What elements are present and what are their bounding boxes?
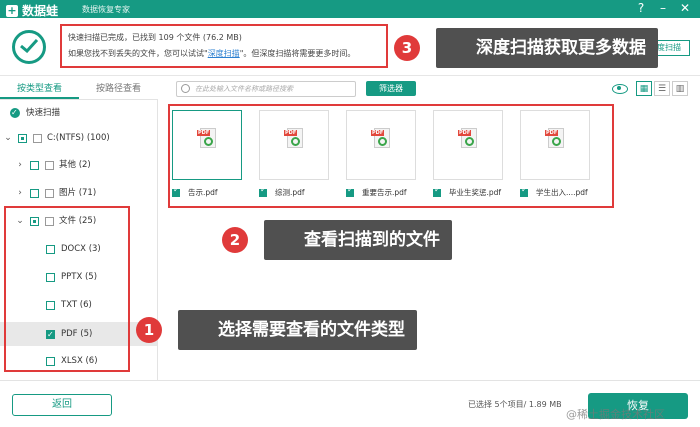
file-label[interactable]: 重要告示.pdf bbox=[346, 185, 407, 198]
view-mode-controls: ▦ ☰ ▥ bbox=[612, 81, 688, 96]
annotation-box-types bbox=[4, 206, 130, 372]
deep-scan-link[interactable]: 深度扫描 bbox=[208, 49, 240, 58]
app-subtitle: 数据恢复专家 bbox=[82, 5, 130, 14]
app-name: 数据蛙 bbox=[22, 4, 59, 18]
tab-by-path[interactable]: 按路径查看 bbox=[79, 78, 158, 99]
drive-icon bbox=[33, 133, 42, 143]
plus-icon: + bbox=[6, 3, 18, 17]
step-badge-3: 3 bbox=[394, 35, 420, 61]
title-bar: + 数据蛙 数据恢复专家 ? – ✕ bbox=[0, 0, 700, 18]
pdf-icon: PDF bbox=[545, 128, 564, 148]
pdf-icon: PDF bbox=[371, 128, 390, 148]
image-icon bbox=[45, 188, 54, 198]
checkbox[interactable] bbox=[520, 185, 528, 197]
pdf-icon: PDF bbox=[458, 128, 477, 148]
callout-select-type: 选择需要查看的文件类型 bbox=[178, 310, 417, 350]
scan-result-box: 快速扫描已完成，已找到 109 个文件 (76.2 MB) 如果您找不到丢失的文… bbox=[60, 24, 388, 68]
file-card[interactable]: PDF bbox=[346, 110, 416, 180]
chevron-down-icon[interactable]: ⌄ bbox=[4, 129, 12, 147]
pdf-icon: PDF bbox=[197, 128, 216, 148]
checkbox[interactable] bbox=[18, 133, 27, 143]
tree-pictures[interactable]: › 图片 (71) bbox=[16, 184, 96, 202]
scan-complete-icon bbox=[12, 30, 46, 64]
list-view-icon[interactable]: ☰ bbox=[654, 81, 670, 96]
chevron-right-icon[interactable]: › bbox=[16, 184, 24, 202]
footer-bar: 返回 已选择 5个项目/ 1.89 MB 恢复 @稀土掘金技术社区 bbox=[0, 380, 700, 427]
checkbox[interactable] bbox=[30, 160, 39, 170]
minimize-icon[interactable]: – bbox=[656, 1, 670, 16]
view-tabs: 按类型查看 按路径查看 bbox=[0, 78, 158, 100]
file-label[interactable]: 学生出入....pdf bbox=[520, 185, 588, 198]
tree-quick-scan[interactable]: 快速扫描 bbox=[10, 104, 60, 122]
search-input[interactable]: 在此处输入文件名称或路径搜索 bbox=[176, 81, 356, 97]
file-toolbar: 在此处输入文件名称或路径搜索 筛选器 ▦ ☰ ▥ bbox=[162, 78, 700, 100]
grid-view-icon[interactable]: ▦ bbox=[636, 81, 652, 96]
file-card[interactable]: PDF bbox=[433, 110, 503, 180]
scan-hint: 如果您找不到丢失的文件，您可以试试"深度扫描"。但深度扫描将需要更多时间。 bbox=[68, 49, 356, 58]
folder-icon bbox=[45, 160, 54, 170]
filter-button[interactable]: 筛选器 bbox=[366, 81, 416, 96]
chevron-right-icon[interactable]: › bbox=[16, 156, 24, 174]
scan-result-text: 快速扫描已完成，已找到 109 个文件 (76.2 MB) bbox=[68, 33, 242, 42]
step-badge-2: 2 bbox=[222, 227, 248, 253]
checkbox[interactable] bbox=[433, 185, 441, 197]
check-icon bbox=[10, 104, 20, 122]
step-badge-1: 1 bbox=[136, 317, 162, 343]
checkbox[interactable] bbox=[30, 188, 39, 198]
tree-other[interactable]: › 其他 (2) bbox=[16, 156, 91, 174]
app-logo: + 数据蛙 bbox=[6, 2, 58, 19]
checkbox[interactable] bbox=[346, 185, 354, 197]
checkbox[interactable] bbox=[259, 185, 267, 197]
search-icon bbox=[181, 84, 190, 93]
checkbox[interactable] bbox=[172, 185, 180, 197]
tree-drive[interactable]: ⌄ C:(NTFS) (100) bbox=[4, 129, 109, 147]
tab-by-type[interactable]: 按类型查看 bbox=[0, 78, 79, 99]
file-card[interactable]: PDF bbox=[172, 110, 242, 180]
callout-view-files: 查看扫描到的文件 bbox=[264, 220, 452, 260]
back-button[interactable]: 返回 bbox=[12, 394, 112, 416]
callout-deep-scan: 深度扫描获取更多数据 bbox=[436, 28, 658, 68]
window-controls: ? – ✕ bbox=[634, 1, 692, 16]
file-card[interactable]: PDF bbox=[259, 110, 329, 180]
watermark: @稀土掘金技术社区 bbox=[566, 408, 665, 421]
file-label[interactable]: 毕业生奖惩.pdf bbox=[433, 185, 501, 198]
selection-summary: 已选择 5个项目/ 1.89 MB bbox=[468, 400, 562, 409]
file-label[interactable]: 综测.pdf bbox=[259, 185, 305, 198]
file-card[interactable]: PDF bbox=[520, 110, 590, 180]
detail-view-icon[interactable]: ▥ bbox=[672, 81, 688, 96]
pdf-icon: PDF bbox=[284, 128, 303, 148]
help-icon[interactable]: ? bbox=[634, 1, 648, 16]
eye-icon[interactable] bbox=[612, 83, 628, 94]
close-icon[interactable]: ✕ bbox=[678, 1, 692, 16]
file-label[interactable]: 告示.pdf bbox=[172, 185, 218, 198]
